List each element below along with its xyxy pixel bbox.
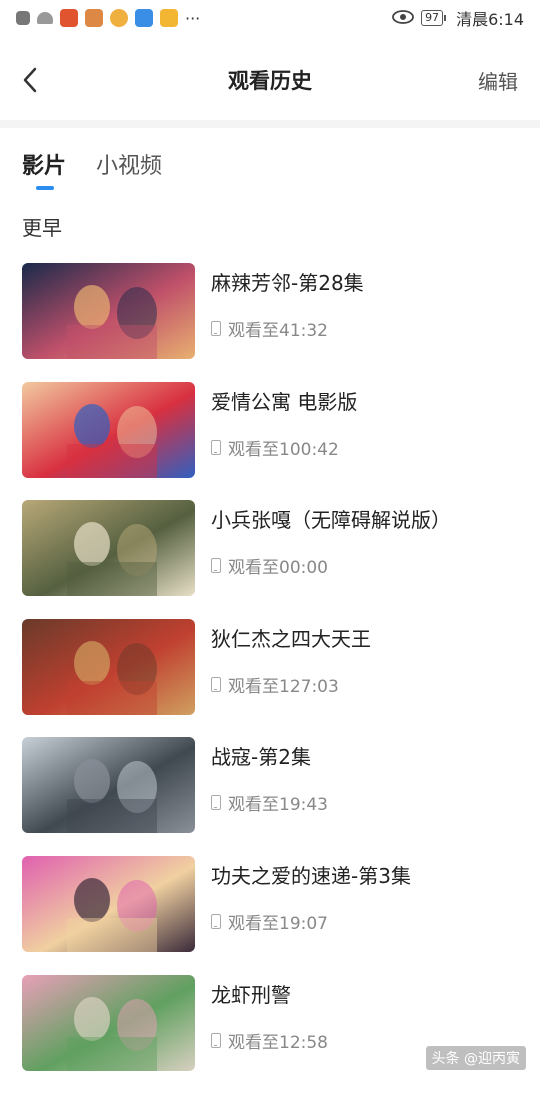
video-title: 功夫之爱的速递-第3集 (211, 863, 411, 888)
item-info: 功夫之爱的速递-第3集观看至19:07 (211, 856, 411, 952)
edit-button[interactable]: 编辑 (478, 66, 518, 95)
watch-progress: 观看至00:00 (211, 553, 451, 578)
item-info: 狄仁杰之四大天王观看至127:03 (211, 619, 371, 715)
watch-progress-text: 观看至41:32 (228, 321, 328, 341)
phone-icon (211, 321, 221, 336)
monkey-app-icon (110, 9, 128, 27)
history-item[interactable]: 狄仁杰之四大天王观看至127:03 (22, 618, 522, 715)
section-heading: 更早 (22, 216, 62, 240)
item-info: 爱情公寓 电影版观看至100:42 (211, 382, 357, 478)
translate-app-icon (85, 9, 103, 27)
video-thumbnail[interactable] (22, 618, 195, 715)
cloud-app-icon (135, 9, 153, 27)
watch-progress: 观看至127:03 (211, 672, 371, 697)
signal-icon (16, 11, 30, 25)
phone-icon (211, 795, 221, 811)
history-item[interactable]: 麻辣芳邻-第28集观看至41:32 (22, 263, 522, 359)
watch-progress-text: 观看至00:00 (228, 558, 328, 579)
phone-icon (211, 676, 221, 692)
app-notification-icon (60, 9, 78, 27)
watch-progress: 观看至19:07 (211, 909, 411, 934)
watch-progress: 观看至100:42 (211, 435, 357, 460)
clock: 清晨6:14 (456, 10, 524, 29)
video-title: 麻辣芳邻-第28集 (211, 271, 364, 295)
tab-movies[interactable]: 影片 (22, 148, 66, 190)
item-info: 战寇-第2集观看至19:43 (211, 737, 328, 833)
tab-short-videos[interactable]: 小视频 (96, 148, 162, 190)
watch-progress: 观看至19:43 (211, 790, 328, 815)
watch-progress: 观看至12:58 (211, 1028, 328, 1053)
item-info: 麻辣芳邻-第28集观看至41:32 (211, 263, 364, 359)
phone-icon (211, 913, 221, 929)
eye-icon (392, 9, 414, 28)
video-thumbnail[interactable] (22, 500, 195, 597)
video-thumbnail[interactable] (22, 381, 195, 478)
battery-indicator: 97 (421, 10, 447, 26)
page-title: 观看历史 (228, 69, 312, 93)
phone-icon (211, 558, 221, 574)
video-title: 小兵张嘎（无障碍解说版） (211, 508, 451, 533)
mail-app-icon (160, 9, 178, 27)
watch-progress-text: 观看至127:03 (228, 676, 339, 697)
history-item[interactable]: 小兵张嘎（无障碍解说版） 观看至00:00 (22, 500, 522, 597)
video-title: 龙虾刑警 (211, 982, 291, 1007)
watch-progress-text: 观看至100:42 (228, 439, 339, 460)
video-thumbnail[interactable] (22, 737, 195, 834)
status-left: ··· (16, 9, 200, 28)
video-thumbnail[interactable] (22, 263, 195, 359)
wifi-icon (37, 12, 53, 24)
watch-progress-text: 观看至19:43 (228, 795, 328, 816)
item-info: 小兵张嘎（无障碍解说版） 观看至00:00 (211, 500, 451, 596)
history-item[interactable]: 功夫之爱的速递-第3集观看至19:07 (22, 855, 522, 952)
watch-progress-text: 观看至19:07 (228, 913, 328, 934)
video-title: 爱情公寓 电影版 (211, 389, 358, 414)
video-thumbnail[interactable] (22, 974, 195, 1071)
watch-progress: 观看至41:32 (211, 316, 364, 341)
watch-progress-text: 观看至12:58 (228, 1032, 328, 1053)
back-button[interactable] (18, 64, 46, 96)
watermark: 头条 @迎丙寅 (425, 1046, 526, 1070)
video-title: 战寇-第2集 (211, 745, 311, 770)
status-bar: ··· 97 清晨6:14 (0, 0, 540, 36)
history-list: 麻辣芳邻-第28集观看至41:32 爱情公寓 电影版观看至100:42 小兵张嘎（无… (22, 263, 522, 1093)
item-info: 龙虾刑警观看至12:58 (211, 975, 328, 1071)
header-divider (0, 120, 540, 128)
phone-icon (211, 439, 221, 455)
more-notifications-icon: ··· (185, 8, 201, 28)
status-right: 97 清晨6:14 (392, 6, 524, 30)
history-item[interactable]: 战寇-第2集观看至19:43 (22, 737, 522, 834)
history-item[interactable]: 爱情公寓 电影版观看至100:42 (22, 381, 522, 478)
phone-icon (211, 1032, 221, 1048)
tab-bar: 影片 小视频 (22, 148, 162, 190)
video-title: 狄仁杰之四大天王 (211, 626, 371, 651)
top-nav: 观看历史 编辑 (0, 40, 540, 120)
chevron-left-icon (23, 67, 37, 93)
video-thumbnail[interactable] (22, 855, 195, 952)
